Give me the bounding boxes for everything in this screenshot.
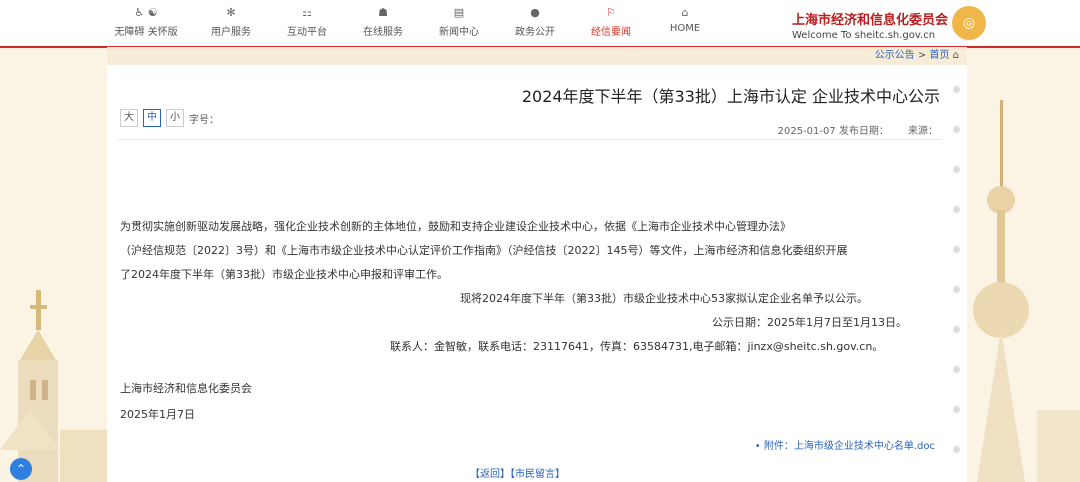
emblem-icon: ◎ [952,6,986,40]
paragraph-line: 公示日期：2025年1月7日至1月13日。 [712,316,907,329]
paragraph-line: 现将2024年度下半年（第33批）市级企业技术中心53家拟认定企业名单予以公示。 [460,292,868,305]
nav-news-center[interactable]: ▤ 新闻中心 [424,6,494,38]
nav-jingxin-news[interactable]: ⚐ 经信要闻 [576,6,646,38]
cathedral-illustration [0,290,107,482]
breadcrumb-current[interactable]: 公示公告 [875,50,915,61]
dot-marker [953,86,960,93]
breadcrumb-bar: 公示公告 > 首页 ⌂ [107,47,967,65]
bottom-links[interactable]: 【返回】【市民留言】 [470,465,565,480]
dot-marker [953,366,960,373]
top-navigation-bar: 上海市经济和信息化委员会 Welcome To sheitc.sh.gov.cn… [0,0,1080,48]
dot-marker [953,126,960,133]
nav-government-affairs[interactable]: ● 政务公开 [500,6,570,38]
paragraph-line: 了2024年度下半年（第33批）市级企业技术中心申报和评审工作。 [120,268,448,281]
paragraph-line: 联系人：金智敏，联系电话：23117641，传真：63584731,电子邮箱：j… [390,340,884,353]
font-size-label: 字号： [189,114,219,126]
dot-marker [953,166,960,173]
news-flag-icon: ⚐ [606,6,616,19]
interaction-icon: ⚏ [302,6,312,19]
nav-interaction[interactable]: ⚏ 互动平台 [272,6,342,38]
settings-icon: ✻ [226,6,236,19]
breadcrumb: 公示公告 > 首页 ⌂ [875,47,959,65]
logo-title-cn: 上海市经济和信息化委员会 [792,13,949,28]
dot-marker [953,206,960,213]
nav-home[interactable]: ⌂ HOME [650,6,720,34]
home-icon: ⌂ [952,50,959,61]
font-size-large-button[interactable]: 大 [120,109,138,127]
chat-icon: ● [530,6,540,19]
article-title: 2024年度下半年（第33批）上海市认定 企业技术中心公示 [521,87,940,106]
dot-marker [953,406,960,413]
nav-user-service[interactable]: ✻ 用户服务 [196,6,266,38]
chevron-up-icon: ⌃ [15,462,27,476]
paragraph-line: 为贯彻实施创新驱动发展战略，强化企业技术创新的主体地位，鼓励和支持企业建设企业技… [120,220,791,233]
paragraph-line: （沪经信规范〔2022〕3号）和《上海市市级企业技术中心认定评价工作指南》（沪经… [120,244,848,257]
signature-date: 2025年1月7日 [120,408,195,421]
nav-accessibility[interactable]: ♿ ☯ 无障碍 关怀版 [104,6,188,38]
dot-marker [953,246,960,253]
font-size-switcher: 大 中 小 字号： [120,109,219,127]
title-divider [118,139,940,140]
font-size-medium-button[interactable]: 中 [143,109,161,127]
font-size-small-button[interactable]: 小 [166,109,184,127]
newspaper-icon: ▤ [453,6,465,19]
logo-title-en: Welcome To sheitc.sh.gov.cn [792,30,936,41]
breadcrumb-home[interactable]: 首页 [929,50,949,61]
publish-date-label: 发布日期： [838,126,889,137]
dot-marker [953,286,960,293]
signature-org: 上海市经济和信息化委员会 [120,382,252,395]
breadcrumb-separator: > [917,50,927,61]
tower-illustration [973,100,1080,482]
back-to-top-button[interactable]: ⌃ [10,458,32,480]
user-service-icon: ☗ [378,6,388,19]
article-meta: 2025-01-07 发布日期： 来源： [560,122,938,137]
dot-marker [953,326,960,333]
accessibility-icon: ♿ ☯ [134,6,158,19]
source-label: 来源： [908,126,938,137]
attachment-link[interactable]: • 附件：上海市级企业技术中心名单.doc [560,437,935,452]
nav-online-service[interactable]: ☗ 在线服务 [348,6,418,38]
home-icon: ⌂ [681,6,689,19]
publish-date: 2025-01-07 [777,126,836,137]
dot-marker [953,446,960,453]
